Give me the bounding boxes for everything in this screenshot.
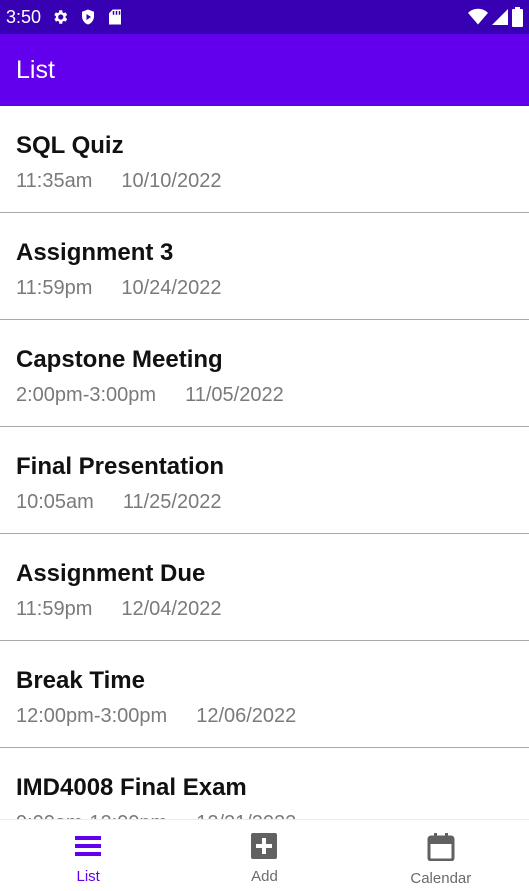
item-date: 11/05/2022 — [185, 384, 284, 406]
status-time: 3:50 — [6, 6, 42, 27]
list-item[interactable]: Final Presentation 10:05am 11/25/2022 — [0, 427, 529, 534]
item-title: IMD4008 Final Exam — [16, 774, 247, 801]
item-time: 11:35am — [16, 170, 93, 192]
add-box-icon — [250, 833, 278, 864]
item-time: 11:59pm — [16, 277, 93, 299]
item-time: 9:00am-12:00pm — [16, 811, 167, 819]
battery-icon — [512, 7, 523, 27]
nav-item-list[interactable]: List — [0, 820, 176, 891]
play-protect-icon — [79, 8, 97, 26]
page-title: List — [16, 55, 55, 84]
list-item[interactable]: Break Time 12:00pm-3:00pm 12/06/2022 — [0, 641, 529, 748]
list-item[interactable]: Capstone Meeting 2:00pm-3:00pm 11/05/202… — [0, 320, 529, 427]
item-title: Break Time — [16, 667, 145, 694]
wifi-icon — [468, 8, 488, 26]
item-time: 10:05am — [16, 491, 94, 513]
item-date: 10/24/2022 — [121, 277, 222, 299]
bottom-navigation: List Add Calendar — [0, 819, 529, 891]
nav-label-calendar: Calendar — [410, 870, 472, 887]
item-time: 2:00pm-3:00pm — [16, 384, 157, 406]
item-title: SQL Quiz — [16, 132, 124, 159]
app-bar: List — [0, 34, 529, 106]
item-meta: 12:00pm-3:00pm 12/06/2022 — [16, 704, 513, 728]
item-time: 11:59pm — [16, 598, 93, 620]
item-title: Assignment Due — [16, 560, 206, 587]
signal-icon — [492, 8, 508, 26]
item-date: 12/21/2022 — [196, 811, 296, 819]
item-meta: 9:00am-12:00pm 12/21/2022 — [16, 811, 513, 819]
list-icon — [74, 833, 102, 864]
status-icons-left — [51, 8, 123, 26]
status-icons-right — [468, 7, 523, 27]
list-item[interactable]: Assignment Due 11:59pm 12/04/2022 — [0, 534, 529, 641]
item-date: 10/10/2022 — [121, 170, 222, 192]
item-title: Assignment 3 — [16, 239, 174, 266]
gear-icon — [51, 8, 69, 26]
calendar-icon — [427, 833, 455, 866]
item-meta: 2:00pm-3:00pm 11/05/2022 — [16, 383, 513, 407]
list-item[interactable]: IMD4008 Final Exam 9:00am-12:00pm 12/21/… — [0, 748, 529, 819]
item-date: 12/04/2022 — [121, 598, 222, 620]
item-time: 12:00pm-3:00pm — [16, 705, 168, 727]
nav-item-calendar[interactable]: Calendar — [353, 820, 529, 891]
item-title: Final Presentation — [16, 453, 225, 480]
item-meta: 11:59pm 12/04/2022 — [16, 597, 513, 621]
item-meta: 11:35am 10/10/2022 — [16, 169, 513, 193]
item-date: 11/25/2022 — [122, 491, 222, 513]
status-bar: 3:50 — [0, 0, 529, 34]
item-meta: 10:05am 11/25/2022 — [16, 490, 513, 514]
item-title: Capstone Meeting — [16, 346, 223, 373]
list-item[interactable]: Assignment 3 11:59pm 10/24/2022 — [0, 213, 529, 320]
sd-card-icon — [107, 8, 123, 26]
event-list[interactable]: SQL Quiz 11:35am 10/10/2022 Assignment 3… — [0, 106, 529, 819]
nav-item-add[interactable]: Add — [176, 820, 352, 891]
list-item[interactable]: SQL Quiz 11:35am 10/10/2022 — [0, 106, 529, 213]
item-date: 12/06/2022 — [196, 705, 297, 727]
item-meta: 11:59pm 10/24/2022 — [16, 276, 513, 300]
nav-label-add: Add — [251, 868, 278, 885]
nav-label-list: List — [76, 868, 100, 885]
